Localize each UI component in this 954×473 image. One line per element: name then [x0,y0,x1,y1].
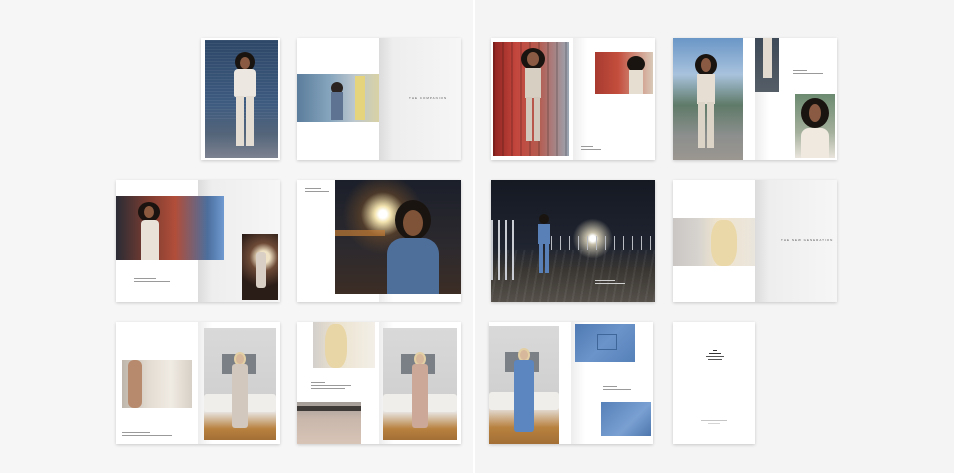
spread-night-portrait[interactable] [297,180,461,302]
photo-portrait-curls [795,94,835,158]
photo-red-building [116,196,224,260]
photo-blonde-hair [673,218,755,266]
spread-title-new-generation: THE NEW GENERATION [781,238,834,242]
spread-companion[interactable]: THE COMPANION [297,38,461,160]
spread-red-bridge[interactable] [491,38,655,160]
photo-cream-detail [122,360,192,408]
publisher-mark [701,420,727,426]
photo-denim-jumpsuit-studio [489,326,559,444]
photo-belt-detail [297,402,361,444]
photo-city-sidewalk [673,38,743,160]
photo-street-dusk [297,74,379,122]
spread-night-bridge[interactable] [491,180,655,302]
spread-blonde-studio[interactable] [297,322,461,444]
photo-night-portrait [335,180,461,294]
spread-new-generation[interactable]: THE NEW GENERATION [673,180,837,302]
photo-cream-jumpsuit-studio [204,328,276,440]
photo-night-bridge [491,180,655,302]
center-divider [473,0,475,473]
cover-photo-street [205,40,278,158]
spread-cover[interactable] [201,38,280,160]
photo-denim-pocket [575,324,635,362]
photo-red-bridge [493,42,569,156]
spread-city-sidewalk[interactable] [673,38,837,160]
photo-blonde-closeup [313,322,375,368]
spread-cream-detail[interactable] [116,322,280,444]
photo-blush-jumpsuit-studio [383,328,457,440]
photo-night-lights-small [242,234,278,300]
spread-back-cover[interactable] [673,322,755,444]
spread-title-companion: THE COMPANION [409,96,448,100]
spread-denim-studio[interactable] [489,322,653,444]
photo-denim-sleeve [601,402,651,436]
photo-bridge-small [595,52,653,94]
photo-legs-detail [755,38,779,92]
spread-red-building[interactable] [116,180,280,302]
